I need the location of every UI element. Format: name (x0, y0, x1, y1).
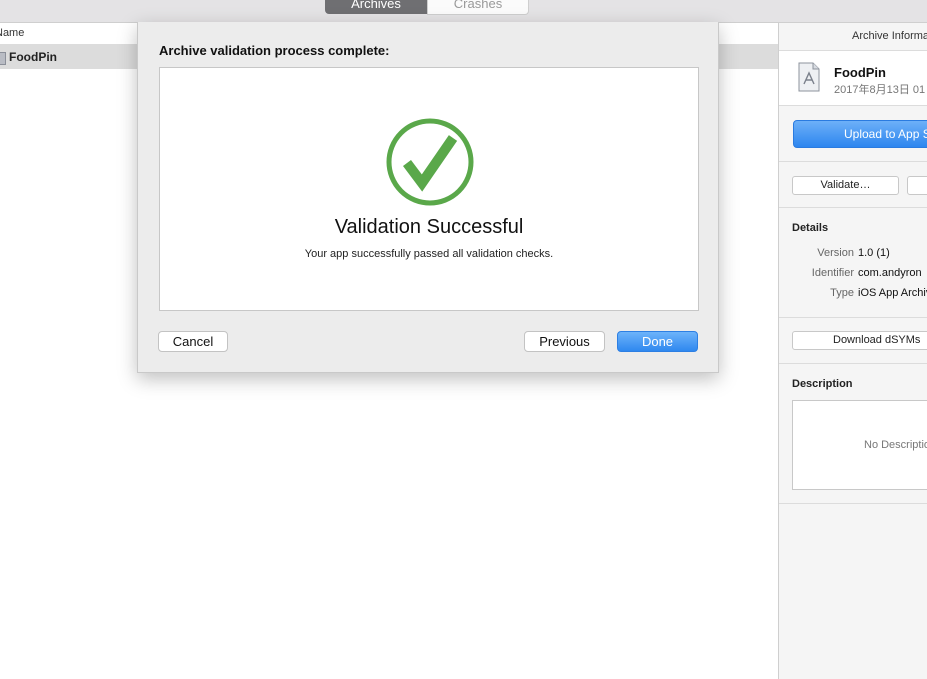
version-value: 1.0 (1) (858, 247, 890, 259)
validation-result-title: Validation Successful (334, 216, 524, 238)
checkmark-icon (386, 118, 474, 206)
identifier-value: com.andyron (858, 267, 922, 279)
validation-result-panel: Validation Successful Your app successfu… (159, 67, 699, 311)
divider (779, 161, 927, 162)
inspector-title: Archive Information (779, 23, 927, 51)
name-column-label: Name (0, 27, 25, 39)
identifier-label: Identifier (811, 267, 854, 279)
export-button[interactable] (907, 176, 927, 195)
type-value: iOS App Archive (858, 287, 927, 299)
done-button[interactable]: Done (617, 331, 698, 352)
app-archive-icon (798, 62, 820, 92)
archive-summary: FoodPin 2017年8月13日 01 (779, 51, 927, 106)
archive-date: 2017年8月13日 01 (834, 84, 926, 96)
divider (779, 207, 927, 208)
details-heading: Details (792, 222, 829, 234)
validation-sheet: Archive validation process complete: Val… (137, 22, 719, 373)
tab-archives[interactable]: Archives (325, 0, 427, 14)
type-label: Type (830, 287, 854, 299)
description-heading: Description (792, 378, 853, 390)
divider (779, 317, 927, 318)
inspector-title-text: Archive Information (852, 30, 927, 42)
tab-crashes[interactable]: Crashes (427, 0, 529, 15)
download-dsyms-button[interactable]: Download dSYMs (792, 331, 927, 350)
validate-button[interactable]: Validate… (792, 176, 899, 195)
sheet-title: Archive validation process complete: (159, 43, 390, 58)
divider (779, 363, 927, 364)
archive-inspector: Archive Information FoodPin 2017年8月13日 0… (778, 23, 927, 679)
archive-icon (0, 52, 6, 65)
cancel-button[interactable]: Cancel (158, 331, 228, 352)
description-placeholder: No Description (864, 439, 927, 451)
validation-result-message: Your app successfully passed all validat… (304, 248, 554, 260)
archive-app-name: FoodPin (834, 65, 886, 80)
version-label: Version (817, 247, 854, 259)
upload-to-app-store-button[interactable]: Upload to App Store (793, 120, 927, 148)
toolbar: Archives Crashes (0, 0, 927, 23)
divider (779, 503, 927, 504)
description-field[interactable]: No Description (792, 400, 927, 490)
previous-button[interactable]: Previous (524, 331, 605, 352)
archive-row-name: FoodPin (9, 50, 57, 64)
